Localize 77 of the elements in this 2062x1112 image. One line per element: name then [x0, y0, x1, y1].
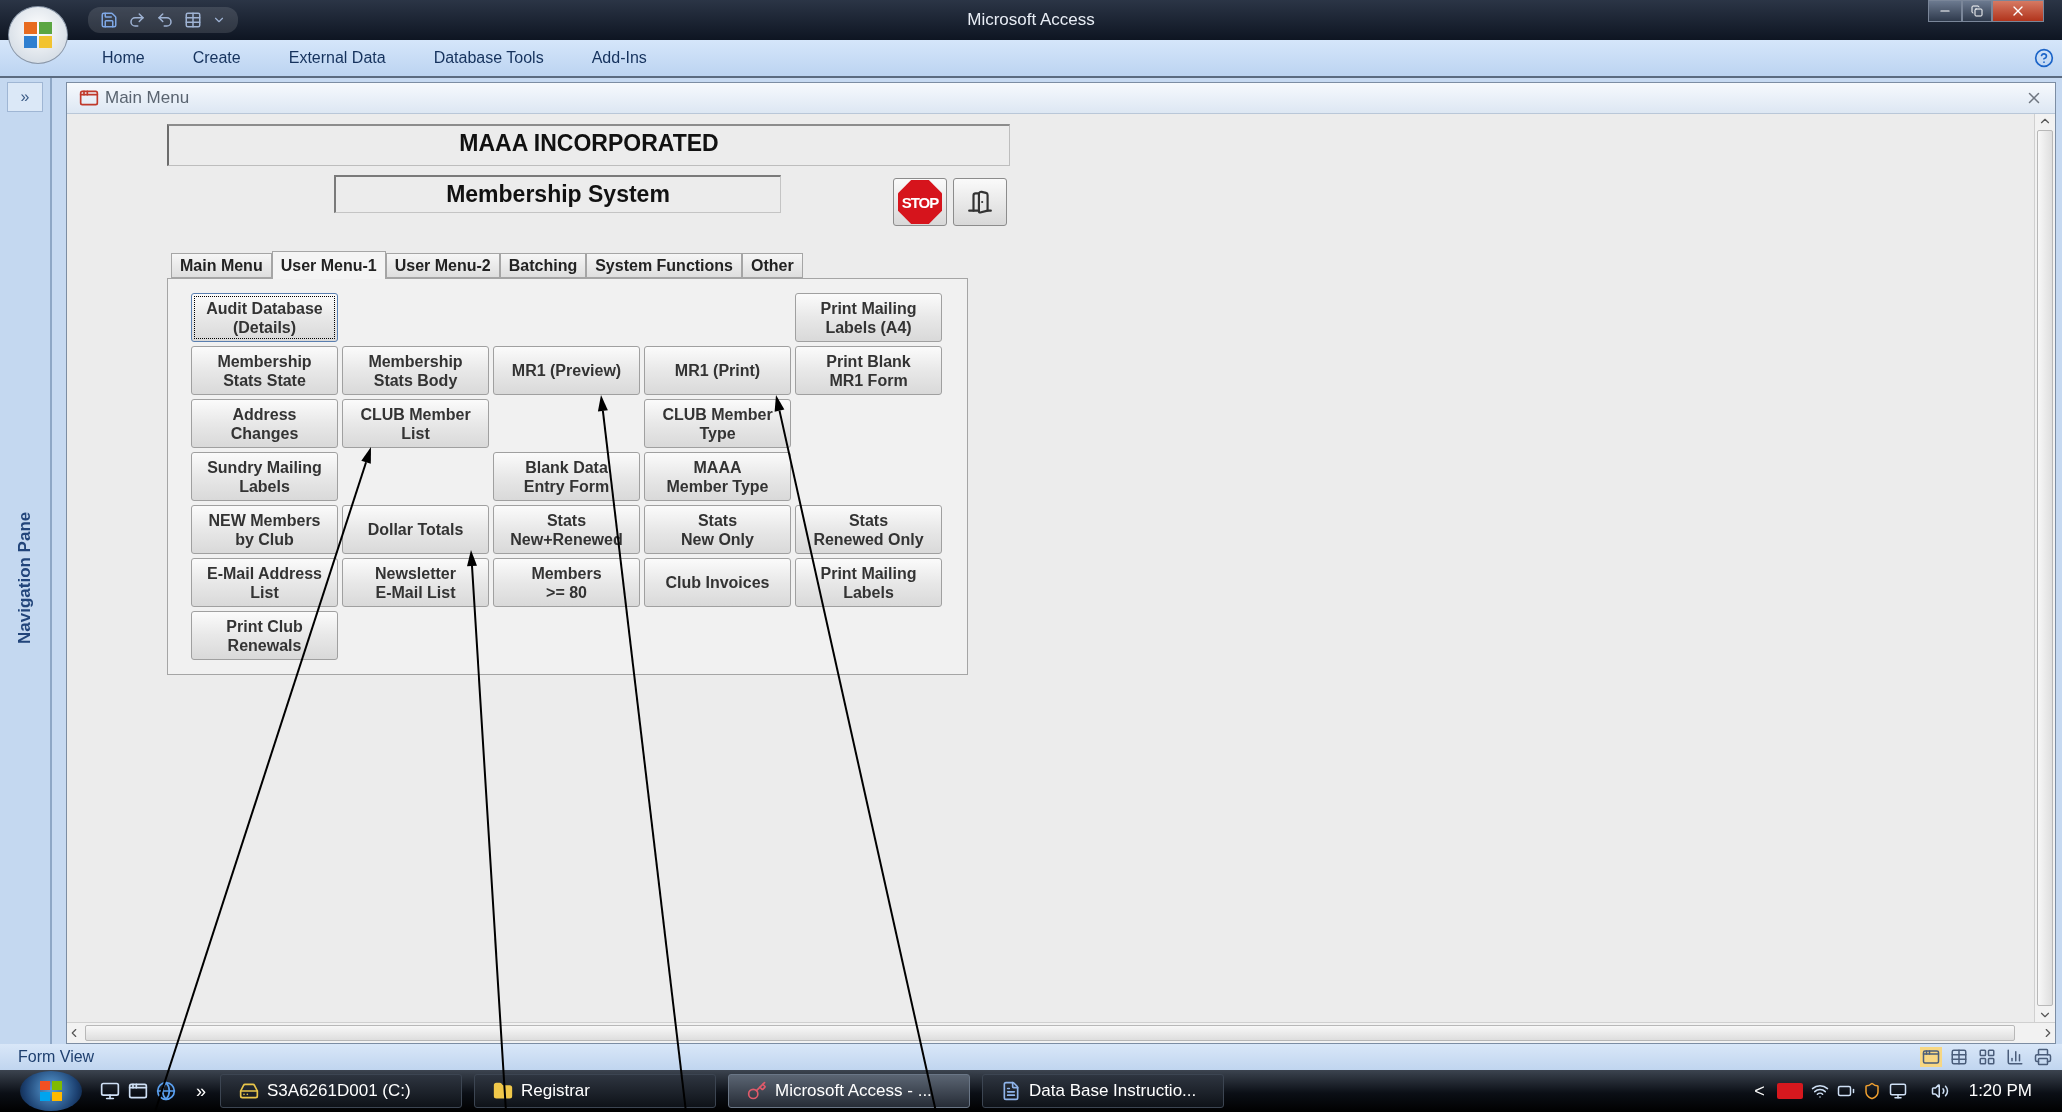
menu-button[interactable]: Print Blank MR1 Form [795, 346, 942, 395]
menu-button[interactable]: Dollar Totals [342, 505, 489, 554]
vertical-scrollbar[interactable] [2034, 114, 2055, 1022]
menu-button[interactable]: Club Invoices [644, 558, 791, 607]
menu-button[interactable]: Blank Data Entry Form [493, 452, 640, 501]
status-text: Form View [18, 1048, 95, 1066]
more-button[interactable]: » [196, 1080, 206, 1102]
stop-button[interactable]: STOP [893, 178, 947, 226]
ribbon-tab[interactable]: Add-Ins [591, 49, 647, 67]
form-tab[interactable]: Other [742, 253, 803, 278]
menu-button[interactable]: Sundry Mailing Labels [191, 452, 338, 501]
menu-button[interactable]: Audit Database (Details) [191, 293, 338, 342]
menu-button[interactable]: Print Mailing Labels (A4) [795, 293, 942, 342]
taskbar-button[interactable]: Registrar [474, 1074, 716, 1108]
menu-button[interactable]: Stats New Only [644, 505, 791, 554]
show-hidden-icons-button[interactable]: < [1748, 1080, 1771, 1102]
office-logo-icon [23, 21, 53, 49]
menu-button[interactable]: MR1 (Print) [644, 346, 791, 395]
close-button[interactable] [1992, 0, 2044, 22]
save-icon[interactable] [100, 11, 118, 29]
taskbar-button[interactable]: Data Base Instructio... [982, 1074, 1224, 1108]
form-tab[interactable]: Main Menu [171, 253, 272, 278]
help-icon[interactable] [2034, 48, 2054, 68]
menu-button[interactable]: Print Club Renewals [191, 611, 338, 660]
ribbon-tab[interactable]: Home [102, 49, 145, 67]
window-icon[interactable] [128, 1081, 148, 1101]
form-heading: MAAA INCORPORATED [459, 130, 719, 158]
form-tab[interactable]: System Functions [586, 253, 742, 278]
redo-icon[interactable] [128, 11, 146, 29]
form-tab[interactable]: Batching [499, 253, 587, 278]
menu-button[interactable]: CLUB Member Type [644, 399, 791, 448]
menu-button[interactable]: Members >= 80 [493, 558, 640, 607]
window-title: Microsoft Access [967, 10, 1095, 29]
network-icon[interactable] [1810, 1082, 1829, 1100]
menu-button[interactable]: CLUB Member List [342, 399, 489, 448]
document-icon [1001, 1081, 1021, 1101]
form-view-icon[interactable] [1920, 1047, 1942, 1067]
document-tab[interactable]: Main Menu [105, 88, 190, 108]
monitor-icon[interactable] [1888, 1082, 1907, 1100]
expand-button[interactable]: » [7, 82, 43, 112]
ribbon-tab[interactable]: Database Tools [433, 49, 544, 67]
restore-button[interactable] [1962, 0, 1992, 22]
menu-button[interactable]: E-Mail Address List [191, 558, 338, 607]
door-icon [967, 189, 993, 215]
menu-button[interactable]: Address Changes [191, 399, 338, 448]
form-tab[interactable]: User Menu-2 [385, 253, 500, 278]
start-button[interactable] [20, 1071, 82, 1111]
ribbon-tab[interactable]: External Data [288, 49, 386, 67]
ribbon-tab[interactable]: Create [192, 49, 241, 67]
taskbar-button[interactable]: S3A6261D001 (C:) [220, 1074, 462, 1108]
key-icon [747, 1081, 767, 1101]
menu-button[interactable]: Membership Stats Body [342, 346, 489, 395]
menu-button[interactable]: MR1 (Preview) [493, 346, 640, 395]
taskbar-button[interactable]: Microsoft Access - ... [728, 1074, 970, 1108]
form-icon [79, 88, 99, 108]
exit-button[interactable] [953, 178, 1007, 226]
table-icon[interactable] [184, 11, 202, 29]
drive-icon [239, 1081, 259, 1101]
navigation-pane-label[interactable]: Navigation Pane [15, 112, 35, 1044]
restore-icon [1971, 5, 1983, 17]
windows-logo-icon [39, 1080, 63, 1102]
monitor-icon[interactable] [100, 1081, 120, 1101]
menu-button[interactable]: Newsletter E-Mail List [342, 558, 489, 607]
form-subheading: Membership System [446, 181, 670, 208]
shield-icon[interactable] [1862, 1082, 1881, 1100]
volume-icon[interactable] [1930, 1082, 1949, 1100]
form-tab[interactable]: User Menu-1 [271, 251, 386, 279]
minimize-button[interactable] [1928, 0, 1962, 22]
undo-icon[interactable] [156, 11, 174, 29]
menu-button[interactable]: NEW Members by Club [191, 505, 338, 554]
browser-icon[interactable] [156, 1081, 176, 1101]
menu-button[interactable]: MAAA Member Type [644, 452, 791, 501]
menu-button[interactable]: Stats Renewed Only [795, 505, 942, 554]
horizontal-scrollbar[interactable] [67, 1022, 2055, 1043]
menu-button[interactable]: Membership Stats State [191, 346, 338, 395]
menu-button[interactable]: Print Mailing Labels [795, 558, 942, 607]
clock: 1:20 PM [1968, 1081, 2032, 1101]
